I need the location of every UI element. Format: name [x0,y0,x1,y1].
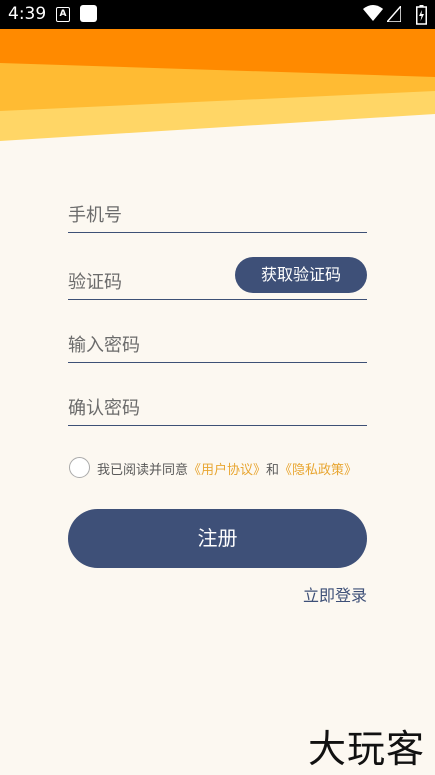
status-icons [363,4,427,25]
agreement-and: 和 [266,463,280,478]
terms-link[interactable]: 《用户协议》 [188,463,266,478]
agreement-row: 我已阅读并同意《用户协议》和《隐私政策》 [69,457,399,479]
a-icon: A [56,7,70,22]
password-input[interactable] [68,335,367,356]
wifi-icon [363,5,383,21]
code-field[interactable]: 获取验证码 [68,257,367,300]
watermark-logo: 大玩客 [307,727,425,771]
get-code-button[interactable]: 获取验证码 [235,257,367,293]
status-time: 4:39 [8,4,47,24]
battery-icon [416,5,427,25]
login-link[interactable]: 立即登录 [303,582,367,606]
signal-icon [387,6,401,22]
agreement-prefix: 我已阅读并同意 [97,463,189,478]
password-field[interactable] [68,323,367,363]
confirm-password-field[interactable] [68,386,367,426]
status-bar: 4:39 A [0,0,435,29]
phone-field[interactable] [68,193,367,233]
agree-radio[interactable] [69,457,90,478]
square-icon [80,5,97,22]
register-button[interactable]: 注册 [68,509,367,568]
privacy-link[interactable]: 《隐私政策》 [279,463,357,478]
phone-input[interactable] [68,205,367,226]
confirm-password-input[interactable] [68,398,367,419]
header-banner [0,29,435,149]
code-input[interactable] [68,272,218,293]
agreement-text: 我已阅读并同意《用户协议》和《隐私政策》 [97,459,357,478]
